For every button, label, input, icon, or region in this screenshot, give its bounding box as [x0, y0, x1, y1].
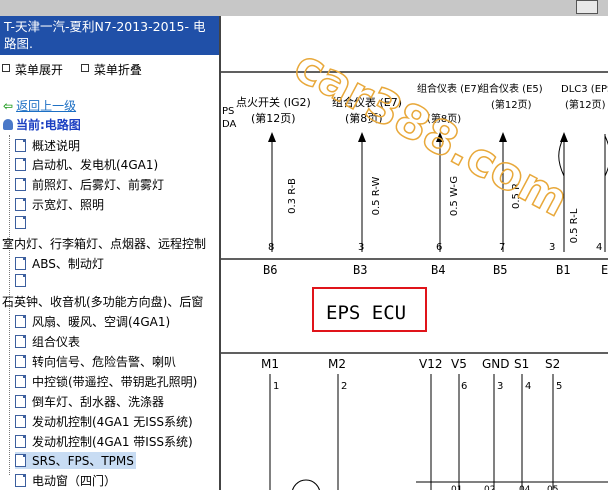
bottom-pin: 6 — [461, 381, 467, 392]
document-title: T-天津一汽-夏利N7-2013-2015- 电路图. — [0, 16, 219, 55]
bottom-partial: 02 — [484, 485, 495, 490]
terminal-label: E — [601, 263, 608, 277]
terminal-label: B3 — [353, 263, 367, 277]
connector-name: 组合仪表 (E7) — [417, 82, 481, 95]
tree-item-cluster[interactable]: 组合仪表 — [15, 333, 80, 350]
sidebar-tree-panel: T-天津一汽-夏利N7-2013-2015- 电路图. 菜单展开 菜单折叠 ⇦ 返… — [0, 16, 221, 490]
tree-item-abs[interactable]: ABS、制动灯 — [15, 255, 104, 272]
tree-item-starter[interactable]: 启动机、发电机(4GA1) — [15, 156, 158, 173]
bottom-terminal: GND — [482, 357, 510, 371]
pin-number: 6 — [436, 242, 442, 253]
ecu-label: EPS ECU — [326, 302, 406, 324]
current-folder: 当前:电路图 — [3, 116, 81, 133]
document-icon — [15, 216, 26, 229]
document-icon — [15, 139, 26, 152]
tree-item-interior-lamp[interactable]: 室内灯、行李箱灯、点烟器、远程控制 — [2, 235, 206, 252]
connector-name: 组合仪表 (E5) — [479, 82, 543, 95]
collapse-icon — [80, 64, 89, 72]
bottom-terminal: S1 — [514, 357, 529, 371]
menu-toolbar: 菜单展开 菜单折叠 — [2, 61, 156, 78]
tree-item-srs-selected[interactable]: SRS、FPS、TPMS — [15, 452, 136, 469]
tree-item-overview[interactable]: 概述说明 — [15, 137, 80, 154]
bottom-pin: 1 — [273, 381, 279, 392]
document-icon — [15, 257, 26, 270]
pin-number: 4 — [596, 242, 602, 253]
connector-name: DLC3 (EPS) — [561, 84, 608, 95]
tree-item-clearance-lamp[interactable]: 示宽灯、照明 — [15, 196, 104, 213]
pin-number: 8 — [268, 242, 274, 253]
bottom-partial: 01 — [451, 485, 462, 490]
document-icon — [15, 415, 26, 428]
document-icon — [15, 375, 26, 388]
document-icon — [15, 355, 26, 368]
bottom-terminal: S2 — [545, 357, 560, 371]
document-icon — [15, 274, 26, 287]
tree-item-engine-iss[interactable]: 发动机控制(4GA1 带ISS系统) — [15, 433, 193, 450]
pin-number: 3 — [358, 242, 364, 253]
diagram-view: PS DA 点火开关 (IG2) (第12页) 0.3 R-B 8 B6 组合仪… — [221, 16, 608, 490]
expand-icon — [2, 64, 10, 72]
document-icon — [15, 158, 26, 171]
tree-item-wiper[interactable]: 倒车灯、刮水器、洗涤器 — [15, 393, 164, 410]
wiring-diagram: PS DA 点火开关 (IG2) (第12页) 0.3 R-B 8 B6 组合仪… — [221, 37, 608, 490]
tree-item-clock-radio[interactable]: 石英钟、收音机(多功能方向盘)、后窗 — [2, 293, 203, 310]
tree-item-blank-1[interactable] — [15, 216, 32, 230]
left-label-da: DA — [222, 119, 237, 130]
window-control-button[interactable] — [576, 0, 598, 14]
tree-item-power-window[interactable]: 电动窗（四门） — [15, 472, 116, 489]
wire-code: 0.5 R-L — [569, 208, 580, 243]
wire-code: 0.3 R-B — [287, 178, 298, 214]
bottom-terminal: M1 — [261, 357, 279, 371]
document-icon — [15, 435, 26, 448]
document-icon — [15, 315, 26, 328]
tree-item-headlamp[interactable]: 前照灯、后雾灯、前雾灯 — [15, 176, 164, 193]
window-top-bar — [0, 0, 608, 16]
connector-page: (第12页) — [565, 98, 606, 111]
bottom-partial: 05 — [547, 485, 558, 490]
bottom-terminal: V5 — [451, 357, 467, 371]
bottom-pin: 4 — [525, 381, 531, 392]
tree-item-engine-no-iss[interactable]: 发动机控制(4GA1 无ISS系统) — [15, 413, 193, 430]
back-arrow-icon: ⇦ — [3, 99, 14, 113]
tree-item-central-lock[interactable]: 中控锁(带遥控、带钥匙孔照明) — [15, 373, 197, 390]
terminal-label: B4 — [431, 263, 445, 277]
tree-item-fan-ac[interactable]: 风扇、暖风、空调(4GA1) — [15, 313, 170, 330]
terminal-label: B6 — [263, 263, 277, 277]
document-icon — [15, 474, 26, 487]
connector-page: (第12页) — [491, 98, 532, 111]
watermark-text: car388.com — [286, 38, 577, 227]
bottom-terminal: V12 — [419, 357, 442, 371]
terminal-label: B1 — [556, 263, 570, 277]
tree-item-turn-signal[interactable]: 转向信号、危险告警、喇叭 — [15, 353, 176, 370]
terminal-label: B5 — [493, 263, 507, 277]
folder-person-icon — [3, 119, 13, 130]
menu-expand-link[interactable]: 菜单展开 — [15, 63, 63, 77]
menu-collapse-link[interactable]: 菜单折叠 — [94, 63, 142, 77]
pin-number: 7 — [499, 242, 505, 253]
bottom-pin: 2 — [341, 381, 347, 392]
left-label-ps: PS — [222, 106, 234, 117]
bottom-pin: 5 — [556, 381, 562, 392]
document-icon — [15, 198, 26, 211]
pin-number: 3 — [549, 242, 555, 253]
document-icon — [15, 178, 26, 191]
bottom-partial: 04 — [519, 485, 531, 490]
back-link[interactable]: ⇦ 返回上一级 — [3, 97, 76, 114]
bottom-pin: 3 — [497, 381, 503, 392]
bottom-terminal: M2 — [328, 357, 346, 371]
tree-item-blank-2[interactable] — [15, 274, 32, 288]
connector-page: (第12页) — [251, 111, 296, 125]
document-icon — [15, 335, 26, 348]
document-icon — [15, 454, 26, 467]
wire-code: 0.5 W-G — [449, 176, 460, 216]
document-icon — [15, 395, 26, 408]
connector-name: 点火开关 (IG2) — [236, 95, 311, 109]
wire-code: 0.5 R-W — [371, 177, 382, 216]
